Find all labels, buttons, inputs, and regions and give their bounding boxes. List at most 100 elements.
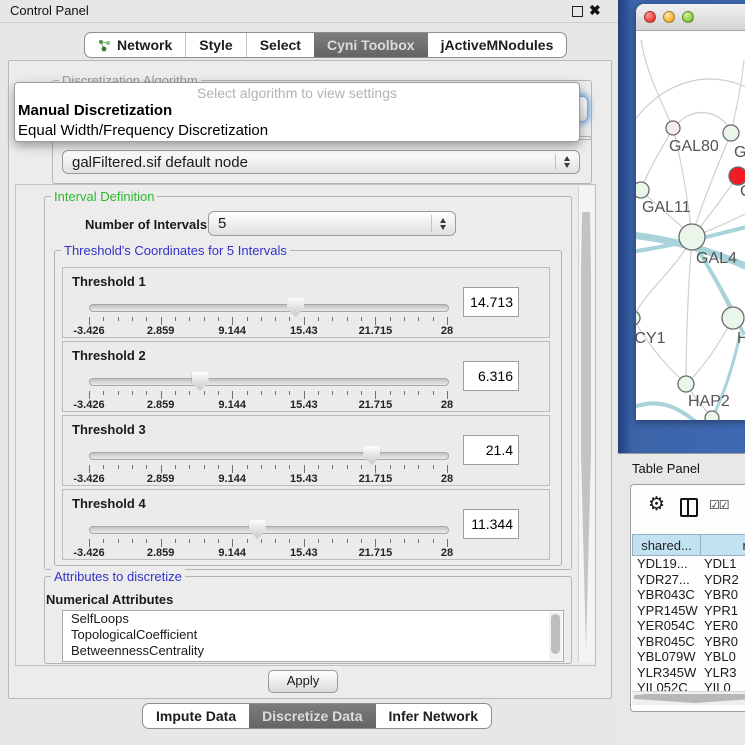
tab-impute-data[interactable]: Impute Data [143, 704, 249, 728]
tick-label: 2.859 [147, 325, 175, 337]
tab-network[interactable]: Network [85, 33, 185, 57]
split-columns-icon[interactable] [680, 498, 698, 517]
traffic-light-close-icon[interactable] [644, 11, 656, 23]
table-row[interactable]: YPR145WYPR1 [632, 603, 745, 619]
network-node[interactable] [636, 311, 640, 325]
table-row[interactable]: YER054CYER0 [632, 618, 745, 634]
interval-definition-title: Interval Definition [51, 189, 157, 204]
column-header[interactable]: shared... [632, 534, 701, 556]
network-edge[interactable] [673, 112, 731, 133]
attributes-list[interactable]: SelfLoopsTopologicalCoefficientBetweenne… [62, 610, 564, 662]
number-of-intervals-combobox[interactable]: 5 [208, 211, 456, 236]
algorithm-popup: Select algorithm to view settings Manual… [14, 82, 580, 142]
attribute-item[interactable]: SelfLoops [63, 611, 563, 627]
threshold-label: Threshold 1 [72, 274, 146, 289]
threshold-value-field[interactable] [463, 287, 519, 317]
horizontal-scrollbar[interactable] [632, 691, 745, 705]
tab-cyni-toolbox[interactable]: Cyni Toolbox [314, 33, 428, 57]
tab-infer-network[interactable]: Infer Network [376, 704, 491, 728]
network-node[interactable] [636, 182, 649, 198]
table-header: shared... na [632, 534, 745, 556]
attribute-item[interactable]: BetweennessCentrality [63, 643, 563, 659]
scrollbar-thumb[interactable] [634, 694, 745, 703]
tab-select[interactable]: Select [246, 33, 314, 57]
threshold-value-field[interactable] [463, 509, 519, 539]
list-scrollbar[interactable] [549, 612, 562, 660]
tick-label: -3.426 [73, 399, 104, 411]
network-node[interactable] [705, 411, 719, 420]
slider-ticks [89, 539, 447, 547]
close-icon[interactable]: ✖ [589, 2, 601, 19]
table-cell: YBR0 [701, 634, 745, 650]
threshold-value-field[interactable] [463, 361, 519, 391]
slider-thumb[interactable] [287, 298, 304, 317]
tick-label: 15.43 [290, 325, 318, 337]
network-node[interactable] [666, 121, 680, 135]
network-edge[interactable] [686, 237, 692, 384]
network-node[interactable] [678, 376, 694, 392]
apply-button[interactable]: Apply [268, 670, 338, 693]
node-label: GAL80 [669, 138, 719, 155]
table-body: YDL19...YDL1YDR27...YDR2YBR043CYBR0YPR14… [632, 556, 745, 694]
node-label: GAL11 [642, 199, 691, 216]
tick-label: 2.859 [147, 473, 175, 485]
table-row[interactable]: YLR345WYLR3 [632, 665, 745, 681]
network-edge[interactable] [641, 40, 673, 128]
scrollbar-thumb[interactable] [581, 212, 591, 650]
table-row[interactable]: YBR043CYBR0 [632, 587, 745, 603]
network-edge[interactable] [636, 318, 686, 384]
slider-thumb[interactable] [249, 520, 266, 539]
network-edge[interactable] [636, 403, 696, 420]
network-edge[interactable] [731, 60, 744, 133]
threshold-panel: Threshold 2 -3.4262.8599.14415.4321.7152… [62, 341, 550, 412]
slider-thumb[interactable] [363, 446, 380, 465]
table-row[interactable]: YBR045CYBR0 [632, 634, 745, 650]
network-node[interactable] [679, 224, 705, 250]
checkbox-columns-icon[interactable]: ☑☑ [709, 498, 729, 512]
threshold-slider[interactable]: -3.4262.8599.14415.4321.71528 [89, 518, 449, 558]
table-data-combobox[interactable]: galFiltered.sif default node [62, 150, 580, 174]
threshold-panel: Threshold 3 -3.4262.8599.14415.4321.7152… [62, 415, 550, 486]
slider-track[interactable] [89, 526, 449, 534]
network-edge[interactable] [636, 79, 745, 125]
tab-label: Style [199, 37, 232, 53]
threshold-slider[interactable]: -3.4262.8599.14415.4321.71528 [89, 370, 449, 410]
tab-jactivemnodules[interactable]: jActiveMNodules [428, 33, 567, 57]
vertical-scrollbar[interactable] [578, 186, 594, 662]
node-label: GAL4 [696, 250, 737, 267]
threshold-slider[interactable]: -3.4262.8599.14415.4321.71528 [89, 444, 449, 484]
tick-label: -3.426 [73, 325, 104, 337]
slider-thumb[interactable] [192, 372, 209, 391]
tab-label: Select [260, 37, 301, 53]
tick-label: 21.715 [359, 325, 393, 337]
tab-discretize-data[interactable]: Discretize Data [249, 704, 375, 728]
slider-track[interactable] [89, 378, 449, 386]
network-node[interactable] [722, 307, 744, 329]
table-row[interactable]: YDR27...YDR2 [632, 572, 745, 588]
traffic-light-minimize-icon[interactable] [663, 11, 675, 23]
attribute-item[interactable]: TopologicalCoefficient [63, 627, 563, 643]
traffic-light-zoom-icon[interactable] [682, 11, 694, 23]
tab-style[interactable]: Style [185, 33, 245, 57]
slider-track[interactable] [89, 452, 449, 460]
popup-option[interactable]: Manual Discretization [15, 101, 579, 121]
float-icon[interactable] [572, 6, 583, 17]
network-edge[interactable] [686, 318, 733, 384]
slider-ticks [89, 391, 447, 399]
popup-option[interactable]: Equal Width/Frequency Discretization [15, 121, 579, 141]
network-node[interactable] [723, 125, 739, 141]
column-header[interactable]: na [701, 534, 745, 556]
bottom-tab-bar: Impute DataDiscretize DataInfer Network [142, 703, 492, 729]
threshold-value-field[interactable] [463, 435, 519, 465]
threshold-slider[interactable]: -3.4262.8599.14415.4321.71528 [89, 296, 449, 336]
table-row[interactable]: YDL19...YDL1 [632, 556, 745, 572]
table-cell: YPR145W [632, 603, 701, 619]
attributes-group-title: Attributes to discretize [51, 569, 185, 584]
slider-track[interactable] [89, 304, 449, 312]
table-row[interactable]: YBL079WYBL0 [632, 649, 745, 665]
threshold-label: Threshold 4 [72, 496, 146, 511]
numerical-attributes-label: Numerical Attributes [46, 592, 173, 607]
gear-icon[interactable]: ⚙ [648, 495, 665, 514]
network-window-titlebar[interactable] [636, 4, 745, 31]
network-canvas[interactable]: GAL80GACGAL11GAL4GCY1HHAP2 [636, 30, 745, 420]
